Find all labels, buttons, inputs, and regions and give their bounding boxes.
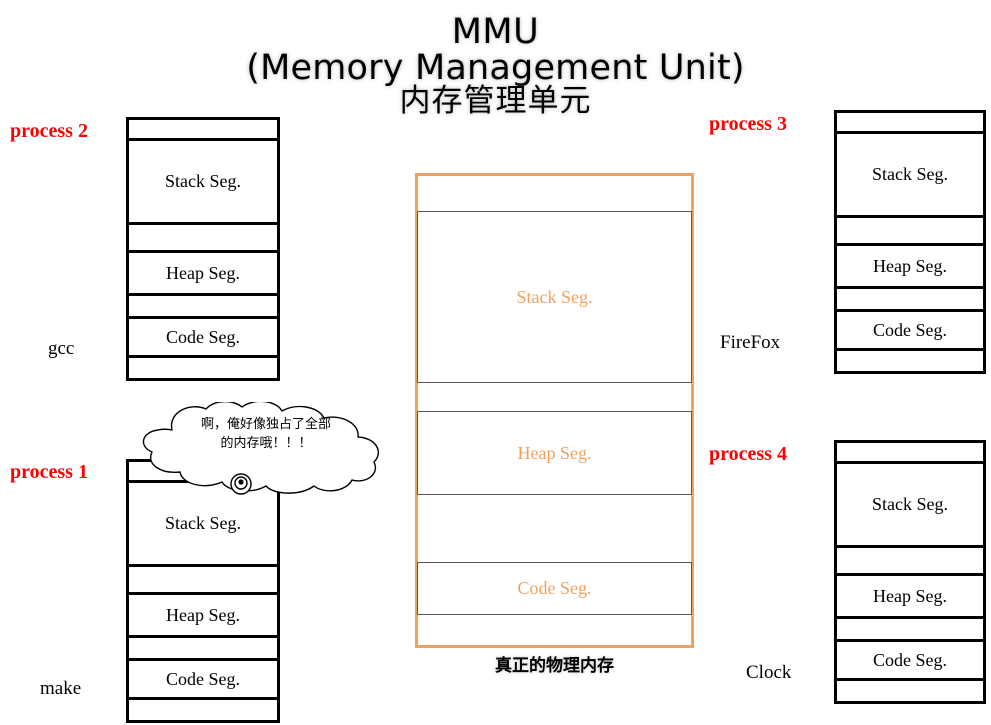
process-box-process-1[interactable]: Stack Seg. Heap Seg. Code Seg.	[126, 459, 280, 723]
process-tag-process-4: process 4	[709, 443, 787, 465]
thought-bubble: 啊，俺好像独占了全部 的内存哦！！！	[128, 402, 400, 498]
proc3-row-gap-2	[837, 289, 983, 312]
proc2-row-stack: Stack Seg.	[129, 141, 277, 225]
physical-memory-heap-segment: Heap Seg.	[417, 411, 692, 495]
physical-memory-code-segment: Code Seg.	[417, 562, 692, 615]
proc2-row-gap-2	[129, 296, 277, 319]
proc3-row-gap-1	[837, 218, 983, 246]
proc2-row-code: Code Seg.	[129, 319, 277, 358]
process-tag-process-3: process 3	[709, 113, 787, 135]
proc4-row-gap-1	[837, 548, 983, 576]
proc2-row-bottom-gap	[129, 358, 277, 378]
proc3-row-heap: Heap Seg.	[837, 246, 983, 289]
physical-memory-box[interactable]: Stack Seg. Heap Seg. Code Seg.	[415, 173, 694, 648]
proc1-row-gap-2	[129, 638, 277, 661]
diagram-canvas: MMU (Memory Management Unit) 内存管理单元 proc…	[0, 0, 991, 725]
process-box-process-3[interactable]: Stack Seg. Heap Seg. Code Seg.	[834, 110, 986, 374]
proc4-row-stack: Stack Seg.	[837, 464, 983, 548]
proc1-row-code: Code Seg.	[129, 661, 277, 700]
process-tag-process-1: process 1	[10, 461, 88, 483]
proc3-row-code: Code Seg.	[837, 312, 983, 351]
title-line-mmu: MMU	[451, 12, 540, 52]
proc1-row-gap-1	[129, 567, 277, 595]
proc4-row-heap: Heap Seg.	[837, 576, 983, 619]
proc4-row-code: Code Seg.	[837, 642, 983, 681]
title-line-expansion: (Memory Management Unit)	[246, 48, 745, 89]
proc3-row-bottom-gap	[837, 351, 983, 371]
physical-memory-caption: 真正的物理内存	[495, 656, 614, 676]
process-program-firefox: FireFox	[720, 332, 781, 353]
proc2-row-top-gap	[129, 120, 277, 141]
page-title: MMU (Memory Management Unit) 内存管理单元	[0, 14, 991, 118]
process-program-clock: Clock	[746, 662, 792, 683]
process-box-process-2[interactable]: Stack Seg. Heap Seg. Code Seg.	[126, 117, 280, 381]
proc1-row-bottom-gap	[129, 700, 277, 720]
proc2-row-gap-1	[129, 225, 277, 253]
proc1-row-heap: Heap Seg.	[129, 595, 277, 638]
process-program-gcc: gcc	[48, 338, 75, 359]
proc4-row-top-gap	[837, 443, 983, 464]
process-tag-process-2: process 2	[10, 120, 88, 142]
proc4-row-bottom-gap	[837, 681, 983, 701]
thought-bubble-shape	[142, 402, 379, 495]
proc3-row-top-gap	[837, 113, 983, 134]
proc3-row-stack: Stack Seg.	[837, 134, 983, 218]
process-program-make: make	[40, 678, 82, 699]
proc4-row-gap-2	[837, 619, 983, 642]
physical-memory-stack-segment: Stack Seg.	[417, 211, 692, 383]
proc2-row-heap: Heap Seg.	[129, 253, 277, 296]
process-box-process-4[interactable]: Stack Seg. Heap Seg. Code Seg.	[834, 440, 986, 704]
